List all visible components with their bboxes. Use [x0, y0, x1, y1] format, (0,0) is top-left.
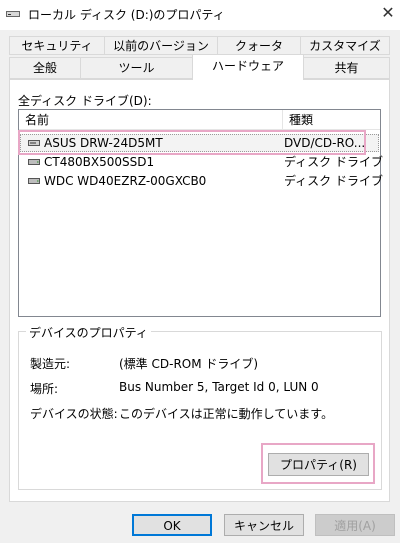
- device-status-label: デバイスの状態:: [30, 407, 118, 421]
- drive-list[interactable]: 名前 種類 ASUS DRW-24D5MT DVD/CD-RO... CT480…: [18, 109, 383, 317]
- column-header-type[interactable]: 種類: [283, 110, 380, 130]
- drive-name: ASUS DRW-24D5MT: [44, 136, 163, 150]
- column-header-name[interactable]: 名前: [19, 110, 283, 130]
- title-bar: ローカル ディスク (D:)のプロパティ ✕: [0, 0, 400, 30]
- manufacturer-label: 製造元:: [30, 357, 71, 371]
- drive-name: CT480BX500SSD1: [44, 155, 155, 169]
- tab-general[interactable]: 全般: [9, 57, 81, 79]
- tab-hardware[interactable]: ハードウェア: [192, 54, 304, 80]
- location-label: 場所:: [30, 382, 59, 396]
- tab-security[interactable]: セキュリティ: [9, 36, 105, 55]
- window-title: ローカル ディスク (D:)のプロパティ: [28, 8, 225, 22]
- location-value: Bus Number 5, Target Id 0, LUN 0: [119, 380, 319, 394]
- drive-row-asus[interactable]: ASUS DRW-24D5MT DVD/CD-RO...: [20, 134, 379, 152]
- tab-customize[interactable]: カスタマイズ: [300, 36, 390, 55]
- tab-previous-versions[interactable]: 以前のバージョン: [104, 36, 218, 55]
- drive-name: WDC WD40EZRZ-00GXCB0: [44, 174, 207, 188]
- cancel-button[interactable]: キャンセル: [224, 514, 304, 536]
- optical-drive-icon: [28, 140, 40, 146]
- manufacturer-value: (標準 CD-ROM ドライブ): [119, 357, 259, 371]
- ok-button[interactable]: OK: [132, 514, 212, 536]
- drive-icon: [6, 11, 20, 17]
- device-status-value: このデバイスは正常に動作しています。: [119, 407, 334, 421]
- tab-tools[interactable]: ツール: [80, 57, 193, 79]
- tab-quota[interactable]: クォータ: [217, 36, 301, 55]
- device-properties-title: デバイスのプロパティ: [26, 324, 151, 341]
- disk-drive-icon: [28, 178, 40, 184]
- drive-type: DVD/CD-RO...: [284, 136, 366, 150]
- disk-drive-icon: [28, 159, 40, 165]
- properties-button[interactable]: プロパティ(R): [268, 453, 369, 476]
- drive-type: ディスク ドライブ: [284, 174, 383, 188]
- apply-button[interactable]: 適用(A): [315, 514, 395, 536]
- drive-type: ディスク ドライブ: [284, 155, 383, 169]
- drive-row-ct480[interactable]: CT480BX500SSD1 ディスク ドライブ: [20, 153, 383, 171]
- close-button[interactable]: ✕: [378, 3, 398, 23]
- drive-row-wdc[interactable]: WDC WD40EZRZ-00GXCB0 ディスク ドライブ: [20, 172, 383, 190]
- all-drives-label: 全ディスク ドライブ(D):: [18, 94, 152, 108]
- tab-sharing[interactable]: 共有: [303, 57, 390, 79]
